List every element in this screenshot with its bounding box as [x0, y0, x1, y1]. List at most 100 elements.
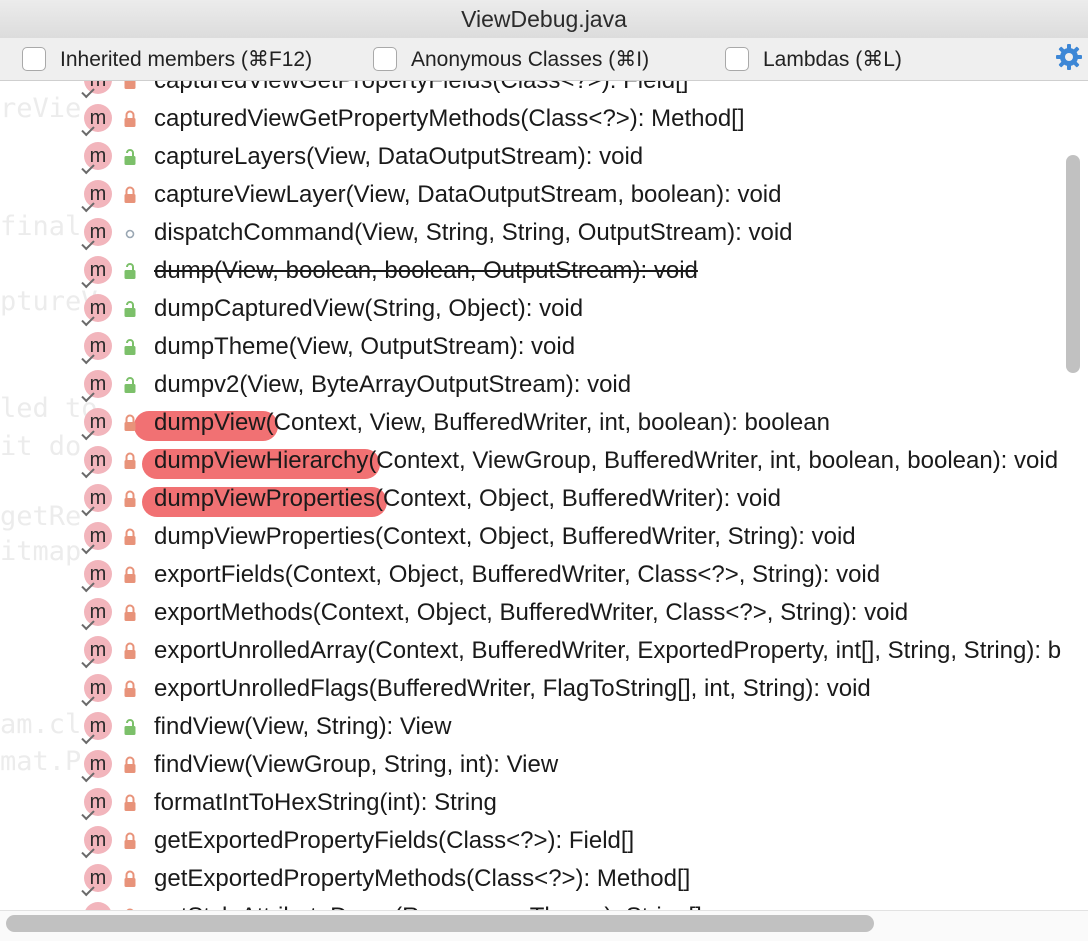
- package-dot-icon: [125, 229, 135, 239]
- member-signature: dumpViewProperties(Context, Object, Buff…: [154, 523, 856, 550]
- lambdas-option[interactable]: Lambdas (⌘L): [725, 43, 902, 75]
- pin-icon: [81, 84, 95, 99]
- lambdas-label[interactable]: Lambdas (⌘L): [763, 47, 902, 72]
- member-signature: dumpv2(View, ByteArrayOutputStream): voi…: [154, 371, 632, 398]
- member-signature: dumpTheme(View, OutputStream): void: [154, 333, 576, 360]
- lock-icon: [124, 680, 136, 697]
- window-titlebar: ViewDebug.java: [0, 0, 1088, 39]
- open-lock-icon: [124, 339, 136, 355]
- member-signature: dump(View, boolean, boolean, OutputStrea…: [154, 257, 698, 284]
- member-signature: exportUnrolledArray(Context, BufferedWri…: [154, 637, 1062, 664]
- member-signature: formatIntToHexString(int): String: [154, 789, 497, 816]
- inherited-members-option[interactable]: Inherited members (⌘F12): [22, 43, 312, 75]
- lock-icon: [124, 604, 136, 621]
- anonymous-classes-option[interactable]: Anonymous Classes (⌘I): [373, 43, 649, 75]
- pin-icon: [81, 236, 95, 251]
- open-lock-icon: [124, 719, 136, 735]
- pin-icon: [81, 578, 95, 593]
- member-row[interactable]: m dumpViewProperties(Context, Object, Buf…: [0, 518, 1062, 556]
- lock-icon: [124, 528, 136, 545]
- member-signature: findView(ViewGroup, String, int): View: [154, 751, 559, 778]
- anonymous-classes-checkbox[interactable]: [373, 47, 397, 71]
- member-row[interactable]: m dumpViewProperties(Context, Object, Buf…: [0, 480, 1062, 518]
- member-row[interactable]: m dumpView(Context, View, BufferedWriter,…: [0, 404, 1062, 442]
- member-row[interactable]: m getExportedPropertyMethods(Class<?>): M…: [0, 860, 1062, 898]
- lambdas-checkbox[interactable]: [725, 47, 749, 71]
- member-row[interactable]: m dumpCapturedView(String, Object): void: [0, 290, 1062, 328]
- member-row[interactable]: m getExportedPropertyFields(Class<?>): Fi…: [0, 822, 1062, 860]
- window-title: ViewDebug.java: [461, 5, 627, 32]
- member-signature: getExportedPropertyMethods(Class<?>): Me…: [154, 865, 691, 892]
- member-signature: getStyleAttributeDump(Resources, Theme):…: [154, 898, 702, 910]
- member-row[interactable]: m dumpViewHierarchy(Context, ViewGroup, B…: [0, 442, 1062, 480]
- member-row[interactable]: m exportUnrolledFlags(BufferedWriter, Fla…: [0, 670, 1062, 708]
- lock-icon: [124, 452, 136, 469]
- pin-icon: [81, 882, 95, 897]
- vertical-scrollbar[interactable]: [1066, 155, 1080, 373]
- pin-icon: [81, 350, 95, 365]
- member-signature: captureViewLayer(View, DataOutputStream,…: [154, 181, 782, 208]
- member-signature: exportFields(Context, Object, BufferedWr…: [154, 561, 881, 588]
- member-signature: captureLayers(View, DataOutputStream): v…: [154, 143, 644, 170]
- member-signature: capturedViewGetPropertyFields(Class<?>):…: [154, 81, 688, 100]
- gear-icon[interactable]: [1054, 42, 1084, 72]
- member-signature: exportUnrolledFlags(BufferedWriter, Flag…: [154, 675, 871, 702]
- lock-icon: [124, 794, 136, 811]
- lock-icon: [124, 566, 136, 583]
- method-m-icon: m: [84, 902, 112, 910]
- lock-icon: [124, 756, 136, 773]
- member-row[interactable]: m exportMethods(Context, Object, Buffered…: [0, 594, 1062, 632]
- lock-icon: [124, 81, 136, 89]
- member-row[interactable]: m captureViewLayer(View, DataOutputStream…: [0, 176, 1062, 214]
- member-signature: dumpViewProperties(Context, Object, Buff…: [154, 485, 781, 512]
- pin-icon: [81, 160, 95, 175]
- pin-icon: [81, 388, 95, 403]
- member-row[interactable]: m dumpTheme(View, OutputStream): void: [0, 328, 1062, 366]
- member-row[interactable]: m getStyleAttributeDump(Resources, Theme)…: [0, 898, 1062, 910]
- pin-icon: [81, 122, 95, 137]
- open-lock-icon: [124, 263, 136, 279]
- member-row[interactable]: m exportUnrolledArray(Context, BufferedWr…: [0, 632, 1062, 670]
- open-lock-icon: [124, 301, 136, 317]
- pin-icon: [81, 464, 95, 479]
- inherited-members-checkbox[interactable]: [22, 47, 46, 71]
- member-row[interactable]: m exportFields(Context, Object, BufferedW…: [0, 556, 1062, 594]
- lock-icon: [124, 490, 136, 507]
- member-row[interactable]: m dumpv2(View, ByteArrayOutputStream): vo…: [0, 366, 1062, 404]
- lock-icon: [124, 832, 136, 849]
- lock-icon: [124, 642, 136, 659]
- member-signature: findView(View, String): View: [154, 713, 452, 740]
- member-row[interactable]: m captureLayers(View, DataOutputStream): …: [0, 138, 1062, 176]
- member-signature: dumpView(Context, View, BufferedWriter, …: [154, 409, 830, 436]
- pin-icon: [81, 768, 95, 783]
- lock-icon: [124, 186, 136, 203]
- member-signature: dumpViewHierarchy(Context, ViewGroup, Bu…: [154, 447, 1059, 474]
- member-signature: dumpCapturedView(String, Object): void: [154, 295, 584, 322]
- member-row[interactable]: m findView(ViewGroup, String, int): View: [0, 746, 1062, 784]
- open-lock-icon: [124, 377, 136, 393]
- member-row[interactable]: m dispatchCommand(View, String, String, O…: [0, 214, 1062, 252]
- member-row[interactable]: m capturedViewGetPropertyMethods(Class<?>…: [0, 100, 1062, 138]
- pin-icon: [81, 426, 95, 441]
- member-row[interactable]: m formatIntToHexString(int): String: [0, 784, 1062, 822]
- member-signature: capturedViewGetPropertyMethods(Class<?>)…: [154, 105, 745, 132]
- member-row[interactable]: m dump(View, boolean, boolean, OutputStre…: [0, 252, 1062, 290]
- horizontal-scrollbar[interactable]: [6, 915, 874, 932]
- pin-icon: [81, 274, 95, 289]
- pin-icon: [81, 312, 95, 327]
- pin-icon: [81, 654, 95, 669]
- lock-icon: [124, 870, 136, 887]
- pin-icon: [81, 198, 95, 213]
- member-signature: getExportedPropertyFields(Class<?>): Fie…: [154, 827, 635, 854]
- pin-icon: [81, 692, 95, 707]
- pin-icon: [81, 730, 95, 745]
- anonymous-classes-label[interactable]: Anonymous Classes (⌘I): [411, 47, 649, 72]
- inherited-members-label[interactable]: Inherited members (⌘F12): [60, 47, 312, 72]
- lock-icon: [124, 110, 136, 127]
- member-row[interactable]: m findView(View, String): View: [0, 708, 1062, 746]
- structure-toolbar: Inherited members (⌘F12) Anonymous Class…: [0, 38, 1088, 81]
- pin-icon: [81, 844, 95, 859]
- pin-icon: [81, 806, 95, 821]
- member-list[interactable]: / fireViefinalptureVled toit dogetReitma…: [0, 81, 1062, 910]
- member-row[interactable]: mcapturedViewGetPropertyFields(Class<?>)…: [0, 81, 1062, 100]
